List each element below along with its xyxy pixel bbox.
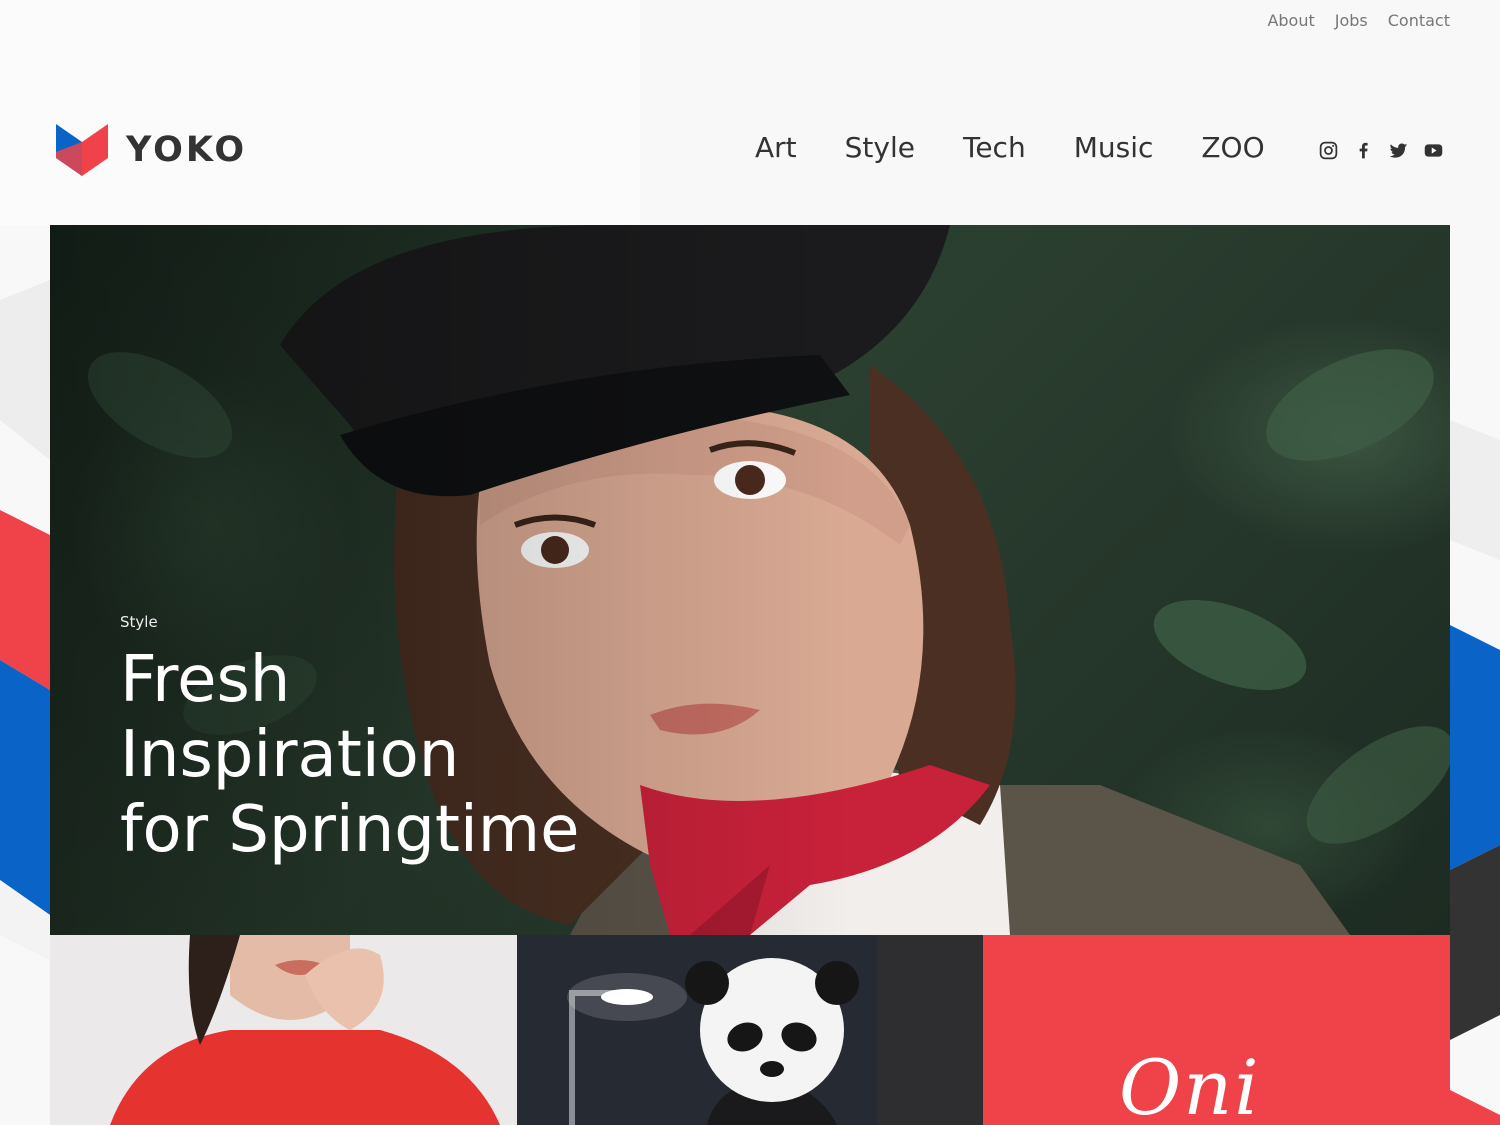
hero-feature[interactable]: Style Fresh Inspiration for Springtime: [50, 225, 1450, 935]
article-tile-woman[interactable]: [50, 935, 517, 1125]
hero-title-line: Fresh: [120, 643, 291, 717]
youtube-icon[interactable]: [1423, 140, 1444, 161]
panda-mask-photo: [567, 935, 983, 1125]
main-nav-style[interactable]: Style: [845, 131, 915, 164]
top-utility-nav: About Jobs Contact: [1267, 11, 1450, 30]
social-links: [1318, 140, 1444, 161]
main-nav-music[interactable]: Music: [1074, 131, 1154, 164]
main-nav-zoo[interactable]: ZOO: [1201, 131, 1264, 164]
facebook-icon[interactable]: [1353, 140, 1374, 161]
main-nav-art[interactable]: Art: [755, 131, 797, 164]
article-tile-script[interactable]: Oni: [983, 935, 1450, 1125]
brand-name: YOKO: [126, 130, 248, 170]
instagram-icon[interactable]: [1318, 140, 1339, 161]
main-nav: Art Style Tech Music ZOO: [755, 131, 1265, 164]
hero-category-label[interactable]: Style: [120, 613, 158, 631]
logo-mark-icon: [56, 124, 108, 176]
tile-script-text: Oni: [1119, 1043, 1261, 1125]
top-nav-jobs-link[interactable]: Jobs: [1335, 11, 1368, 30]
top-nav-about-link[interactable]: About: [1267, 11, 1314, 30]
hero-title-line: for Springtime: [120, 793, 580, 867]
brand-logo[interactable]: YOKO: [56, 124, 247, 176]
woman-red-sweater-photo: [110, 935, 500, 1125]
top-nav-contact-link[interactable]: Contact: [1388, 11, 1450, 30]
twitter-icon[interactable]: [1388, 140, 1409, 161]
hero-title[interactable]: Fresh Inspiration for Springtime: [120, 643, 740, 868]
hero-title-line: Inspiration: [120, 718, 460, 792]
article-tile-panda[interactable]: [517, 935, 983, 1125]
main-nav-tech[interactable]: Tech: [963, 131, 1026, 164]
